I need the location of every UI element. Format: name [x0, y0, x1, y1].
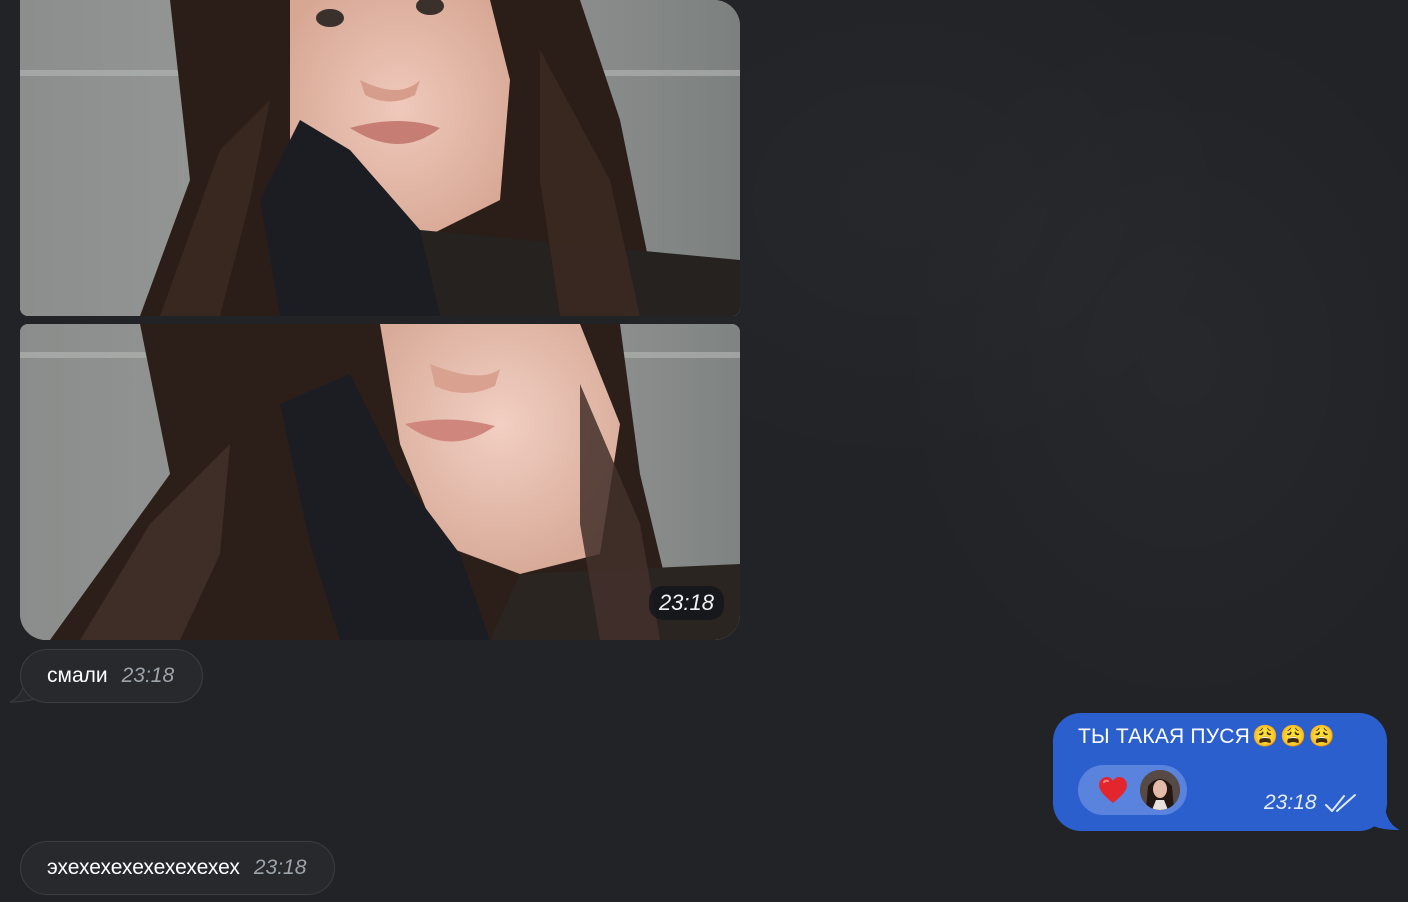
outgoing-message[interactable]: ТЫ ТАКАЯ ПУСЯ😩😩😩 23:18: [1053, 713, 1387, 831]
heart-icon: [1099, 777, 1127, 803]
weary-face-emoji: 😩: [1308, 725, 1336, 749]
message-text: эхехехехехехехехех: [47, 856, 240, 879]
photo-content: [20, 0, 740, 316]
message-time: 23:18: [253, 856, 307, 879]
message-time: 23:18: [121, 664, 175, 687]
double-check-icon: [1325, 794, 1356, 812]
album-photo[interactable]: [20, 0, 740, 316]
reactor-avatar: [1140, 770, 1180, 810]
weary-face-emoji: 😩: [1280, 725, 1307, 749]
weary-face-emoji: 😩: [1252, 725, 1279, 749]
message-text: ТЫ ТАКАЯ ПУСЯ: [1078, 725, 1250, 748]
incoming-message[interactable]: эхехехехехехехехех 23:18: [20, 841, 336, 895]
incoming-message[interactable]: смали 23:18: [20, 649, 204, 703]
reaction-pill[interactable]: [1078, 765, 1187, 815]
message-text-row: ТЫ ТАКАЯ ПУСЯ😩😩😩: [1078, 725, 1335, 749]
photo-content: [20, 324, 740, 640]
message-time: 23:18: [1264, 791, 1317, 814]
photo-timestamp: 23:18: [648, 586, 724, 620]
message-text: смали: [47, 664, 108, 687]
album-photo[interactable]: 23:18: [20, 324, 740, 640]
